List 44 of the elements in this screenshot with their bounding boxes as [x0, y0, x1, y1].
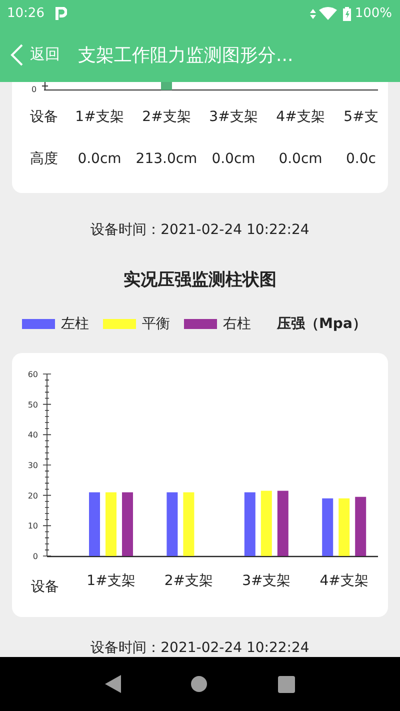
device-time: 设备时间：2021-02-24 10:22:24: [90, 639, 310, 657]
row-label: 设备: [29, 108, 58, 126]
tick-label: 0: [32, 552, 38, 561]
wifi-icon: [318, 7, 337, 20]
category-label: 3#支架: [242, 573, 291, 589]
table-cell: 0.0c: [346, 151, 376, 167]
axis-label: 0: [31, 85, 37, 94]
row-label: 高度: [29, 150, 58, 168]
chevron-left-icon: [10, 44, 23, 66]
tick-label: 10: [28, 522, 38, 531]
table-cell: 1#支架: [75, 108, 124, 126]
category-label: 4#支架: [320, 573, 368, 589]
axis-title: 设备: [31, 579, 59, 595]
clock: 10:26: [7, 6, 44, 21]
table-cell: 5#支: [344, 108, 378, 126]
tick-label: 50: [28, 400, 38, 410]
battery-icon: [342, 6, 351, 20]
chart-title: 实况压强监测柱状图: [124, 268, 276, 290]
table-cell: 2#支架: [142, 108, 191, 126]
table-cell: 0.0cm: [212, 151, 256, 167]
table-cell: 0.0cm: [78, 151, 122, 167]
tick-label: 30: [28, 461, 38, 470]
device-time: 设备时间：2021-02-24 10:22:24: [90, 221, 310, 239]
page-title: 支架工作阻力监测图形分...: [78, 44, 294, 66]
unit-label: 压强（Mpa）: [277, 315, 366, 333]
legend-label: 右柱: [223, 315, 251, 333]
table-cell: 4#支架: [276, 108, 325, 126]
tick-label: 20: [28, 491, 38, 500]
parking-icon: [55, 6, 68, 20]
home-icon[interactable]: [191, 676, 208, 692]
legend-label: 左柱: [61, 315, 89, 333]
legend-label: 平衡: [142, 315, 170, 333]
category-label: 2#支架: [164, 573, 214, 589]
category-label: 1#支架: [86, 573, 136, 589]
tick-label: 40: [28, 430, 38, 440]
tick-label: 60: [28, 370, 38, 379]
back-button[interactable]: 返回: [10, 44, 60, 66]
data-arrows-icon: [310, 8, 316, 18]
back-icon[interactable]: [105, 675, 122, 693]
recents-icon[interactable]: [278, 676, 295, 692]
table-cell: 3#支架: [209, 108, 258, 126]
table-cell: 213.0cm: [136, 151, 198, 167]
battery-level: 100%: [354, 6, 392, 21]
table-cell: 0.0cm: [278, 151, 322, 167]
